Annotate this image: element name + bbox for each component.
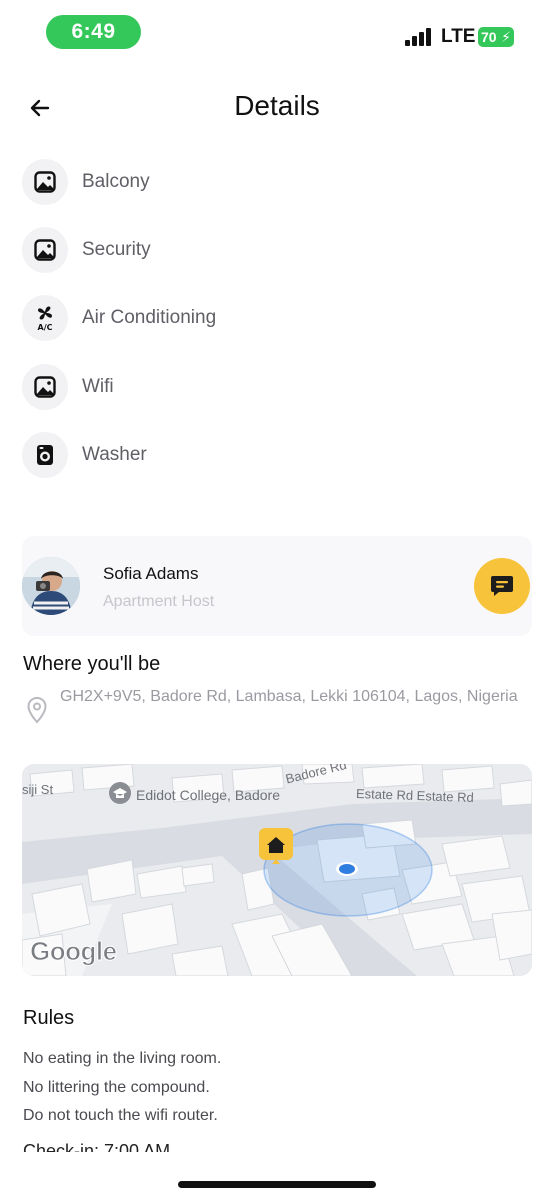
amenity-air-conditioning[interactable]: A/C Air Conditioning [22,284,522,352]
network-label: LTE [441,26,476,47]
address-text: GH2X+9V5, Badore Rd, Lambasa, Lekki 1061… [60,688,518,705]
message-host-button[interactable] [474,558,530,614]
chat-icon [491,576,513,596]
status-time: 6:49 [46,15,141,49]
amenity-balcony[interactable]: Balcony [22,148,522,216]
host-role: Apartment Host [103,593,215,610]
map-provider-logo: Google [30,936,118,967]
amenity-label: Security [82,239,151,261]
amenity-washer[interactable]: Washer [22,421,522,489]
svg-text:A/C: A/C [38,323,53,331]
host-name: Sofia Adams [103,564,199,583]
amenities-list: Balcony Security A/C Air Conditioning Wi… [22,148,522,489]
charging-icon: ⚡ [501,29,511,45]
battery-level: 70 [481,29,497,45]
location-pin-icon [27,696,47,724]
rule-item: No eating in the living room. [23,1050,222,1067]
amenity-security[interactable]: Security [22,216,522,284]
home-indicator[interactable] [178,1181,376,1188]
header: Details [0,82,554,134]
checkin-time: Check-in: 7:00 AM [23,1142,171,1152]
washer-icon [22,431,68,478]
amenity-label: Air Conditioning [82,307,217,329]
rule-item: Do not touch the wifi router. [23,1107,218,1124]
image-icon [22,159,68,206]
image-icon [22,227,68,274]
signal-icon [405,28,435,46]
battery-icon: 70 ⚡ [478,27,514,47]
air-conditioning-icon: A/C [22,295,68,342]
rule-item: No littering the compound. [23,1078,210,1096]
image-icon [22,363,68,410]
rules-list: No eating in the living room. No litteri… [23,1045,221,1131]
status-bar: 6:49 LTE 70 ⚡ [0,0,554,64]
location-map[interactable]: siji St Edidot College, Badore Badore Rd… [22,764,532,976]
amenity-label: Washer [82,443,147,465]
location-title: Where you'll be [23,653,161,675]
host-card: Sofia Adams Apartment Host [22,536,532,636]
map-poi-label: Edidot College, Badore [136,787,280,803]
amenity-label: Wifi [82,375,114,397]
page-title: Details [234,90,320,121]
amenity-wifi[interactable]: Wifi [22,353,522,421]
host-avatar[interactable] [22,557,80,615]
map-street-label: siji St [22,782,54,797]
rules-title: Rules [23,1007,75,1029]
amenity-label: Balcony [82,171,150,193]
